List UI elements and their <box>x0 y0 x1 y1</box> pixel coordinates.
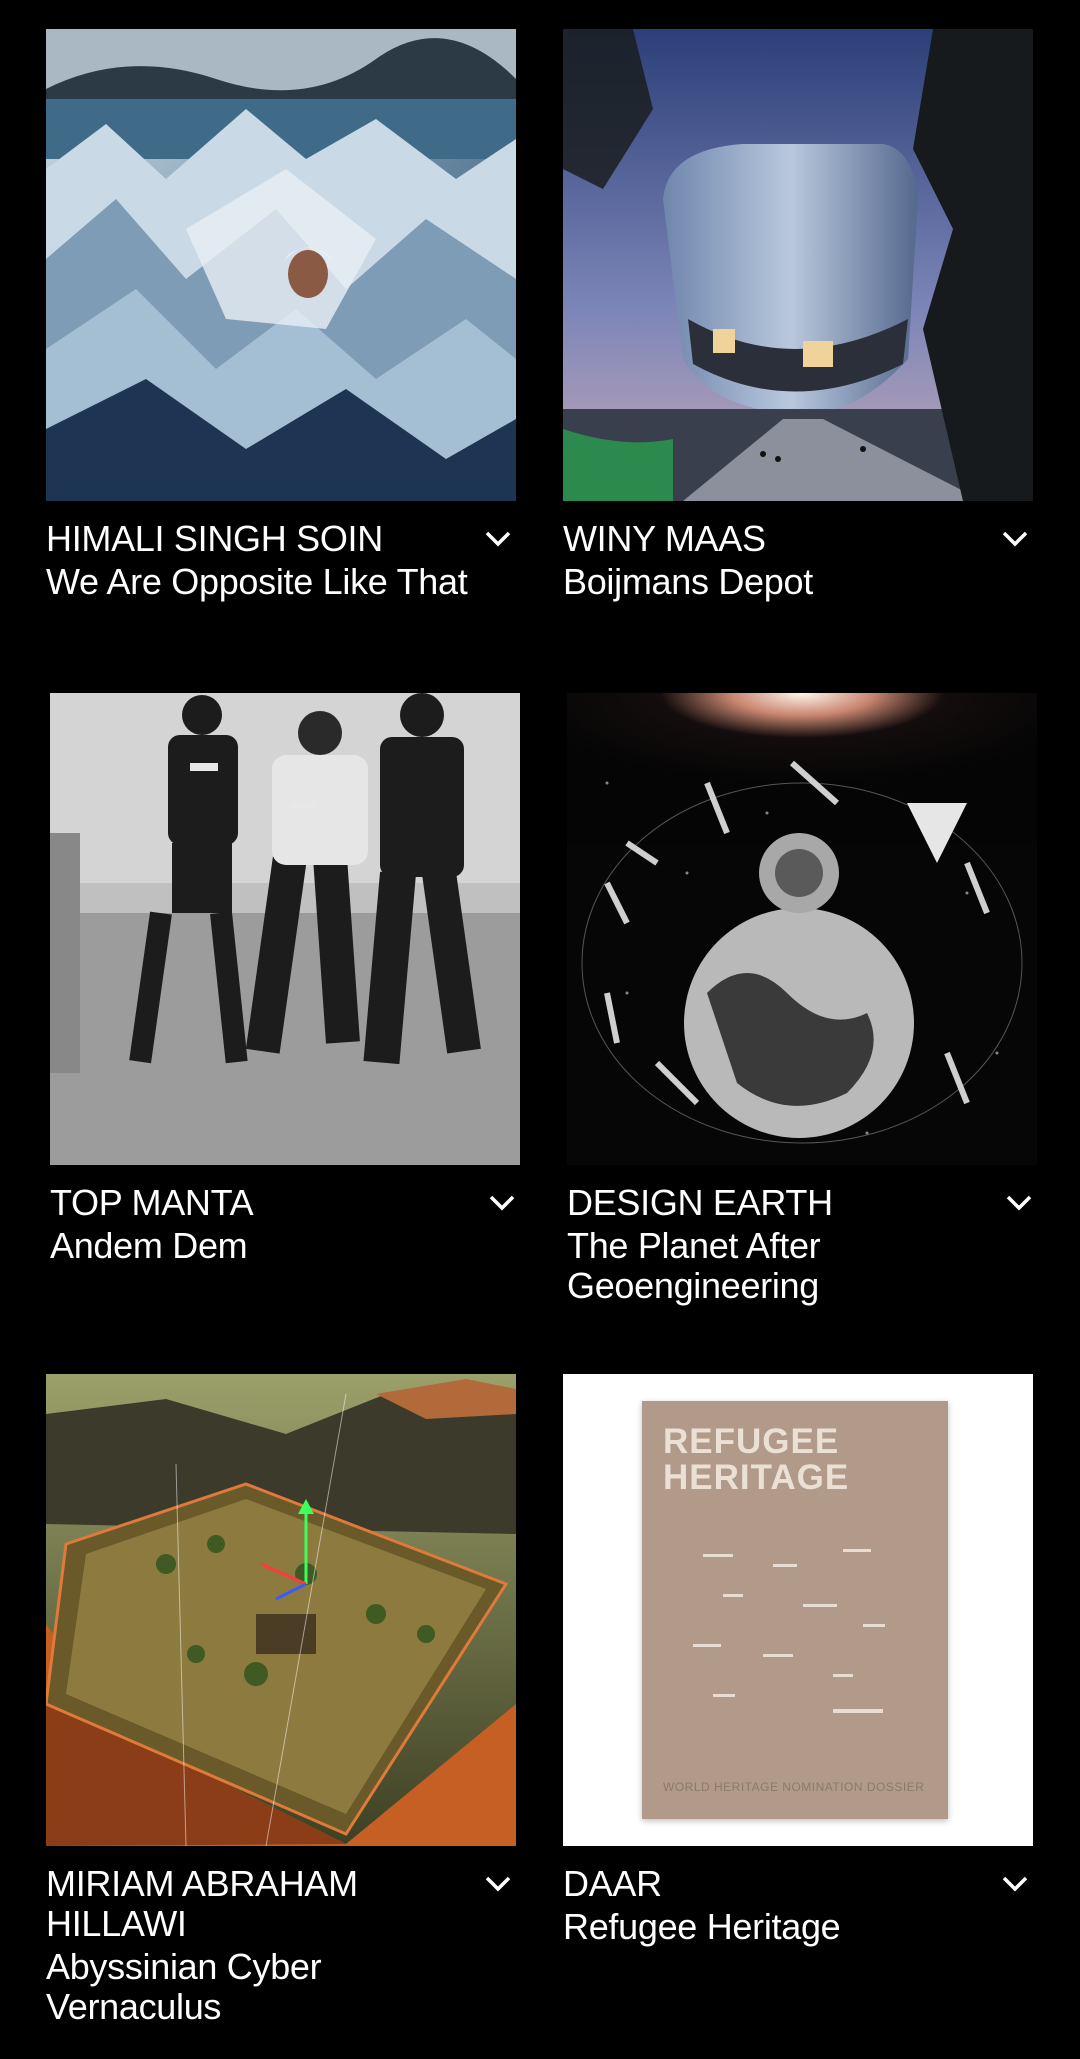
work-title: Refugee Heritage <box>563 1906 841 1947</box>
book-title: REFUGEE HERITAGE <box>663 1422 850 1497</box>
book-cover-text-dots <box>683 1544 903 1744</box>
artist-name: HIMALI SINGH SOIN <box>46 518 383 559</box>
artist-name: TOP MANTA <box>50 1182 254 1223</box>
artist-name: DAAR <box>563 1863 662 1904</box>
project-image-foil-landscape[interactable] <box>46 29 516 501</box>
chevron-down-icon[interactable] <box>1001 1185 1037 1221</box>
project-caption: MIRIAM ABRAHAM HILLAWI Abyssinian Cyber … <box>46 1864 516 2027</box>
project-image-refugee-heritage-book[interactable]: REFUGEE HERITAGE WORLD HERITAGE NOMINATI… <box>563 1374 1033 1846</box>
work-title: The Planet After Geoengineering <box>567 1225 821 1306</box>
project-caption: WINY MAAS Boijmans Depot <box>563 519 1033 602</box>
project-image-boijmans-depot[interactable] <box>563 29 1033 501</box>
project-image-abyssinian-cyber-vernaculus[interactable] <box>46 1374 516 1846</box>
project-image-andem-dem[interactable] <box>50 693 520 1165</box>
project-caption: HIMALI SINGH SOIN We Are Opposite Like T… <box>46 519 516 602</box>
chevron-down-icon[interactable] <box>480 1866 516 1902</box>
artist-name: WINY MAAS <box>563 518 766 559</box>
project-caption: DAAR Refugee Heritage <box>563 1864 1033 1947</box>
work-title: Andem Dem <box>50 1225 248 1266</box>
chevron-down-icon[interactable] <box>997 521 1033 557</box>
artist-name: MIRIAM ABRAHAM HILLAWI <box>46 1863 358 1944</box>
book-footer-text: WORLD HERITAGE NOMINATION DOSSIER <box>663 1780 925 1794</box>
chevron-down-icon[interactable] <box>480 521 516 557</box>
project-caption: DESIGN EARTH The Planet After Geoenginee… <box>567 1183 1037 1306</box>
project-caption: TOP MANTA Andem Dem <box>50 1183 520 1266</box>
work-title: We Are Opposite Like That <box>46 561 468 602</box>
chevron-down-icon[interactable] <box>997 1866 1033 1902</box>
chevron-down-icon[interactable] <box>484 1185 520 1221</box>
work-title: Abyssinian Cyber Vernaculus <box>46 1946 322 2027</box>
artist-name: DESIGN EARTH <box>567 1182 833 1223</box>
project-image-planet-after-geoengineering[interactable] <box>567 693 1037 1165</box>
work-title: Boijmans Depot <box>563 561 813 602</box>
